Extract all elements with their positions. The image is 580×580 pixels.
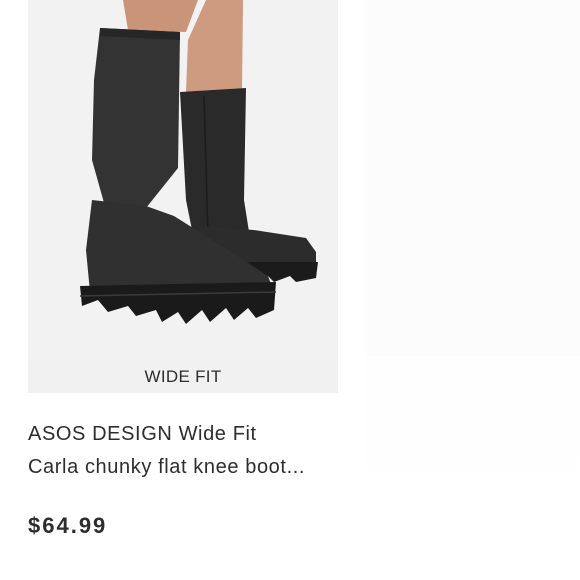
product-listing-page: WIDE FIT ASOS DESIGN Wide Fit Carla chun… (0, 0, 580, 580)
product-image[interactable] (28, 0, 338, 360)
product-title[interactable]: ASOS DESIGN Wide Fit Carla chunky flat k… (28, 418, 348, 484)
next-product-image-placeholder (366, 0, 580, 356)
product-title-line2[interactable]: Carla chunky flat knee boot... (28, 451, 348, 484)
next-product-card-placeholder (366, 0, 580, 580)
product-card[interactable]: WIDE FIT ASOS DESIGN Wide Fit Carla chun… (28, 0, 338, 560)
product-price: $64.99 (28, 513, 108, 538)
product-title-line1[interactable]: ASOS DESIGN Wide Fit (28, 418, 348, 451)
wide-fit-badge: WIDE FIT (28, 360, 338, 393)
knee-boots-photo (28, 0, 338, 360)
